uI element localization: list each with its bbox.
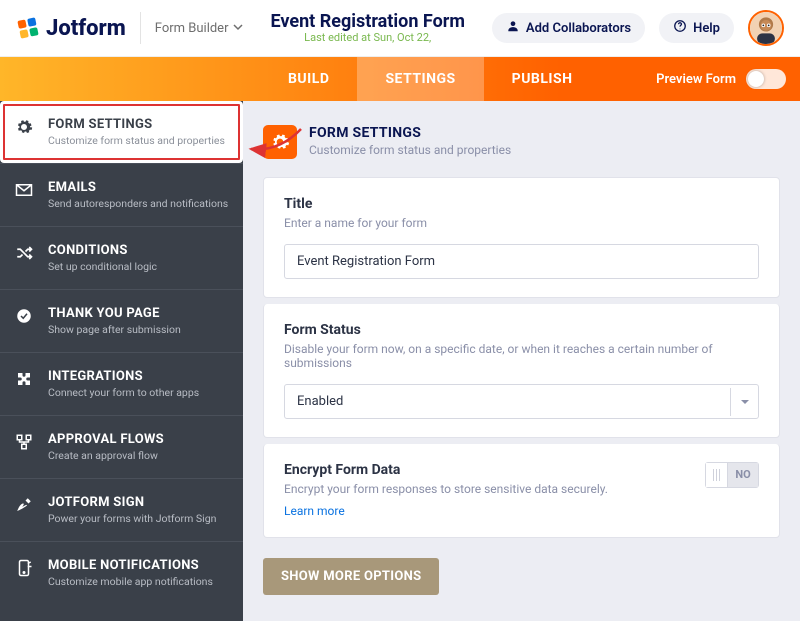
tab-publish[interactable]: PUBLISH	[484, 57, 601, 101]
breadcrumb-label: Form Builder	[155, 21, 229, 36]
field-label: Title	[284, 196, 759, 212]
logo[interactable]: Jotform	[16, 16, 126, 41]
select-value: Enabled	[297, 394, 343, 409]
sidebar-item-sub: Create an approval flow	[48, 449, 164, 462]
last-edited: Last edited at Sun, Oct 22,	[257, 31, 477, 44]
gear-icon	[14, 117, 34, 136]
sidebar-item-label: CONDITIONS	[48, 243, 157, 258]
tab-settings[interactable]: SETTINGS	[357, 57, 483, 101]
add-collaborators-button[interactable]: Add Collaborators	[492, 13, 645, 43]
help-label: Help	[693, 21, 720, 36]
sidebar-item-integrations[interactable]: INTEGRATIONS Connect your form to other …	[0, 352, 243, 415]
sidebar-item-sub: Connect your form to other apps	[48, 386, 199, 399]
status-card: Form Status Disable your form now, on a …	[263, 304, 780, 438]
encrypt-card: Encrypt Form Data Encrypt your form resp…	[263, 444, 780, 538]
chevron-down-icon	[730, 388, 758, 416]
sidebar-item-label: APPROVAL FLOWS	[48, 432, 164, 447]
tab-build[interactable]: BUILD	[260, 57, 357, 101]
sidebar-item-label: INTEGRATIONS	[48, 369, 199, 384]
preview-form-toggle: Preview Form	[656, 57, 800, 101]
toggle-state: NO	[728, 463, 758, 487]
panel-subtitle: Customize form status and properties	[309, 143, 511, 157]
sidebar-item-sub: Set up conditional logic	[48, 260, 157, 273]
learn-more-link[interactable]: Learn more	[284, 504, 345, 518]
panel-title: FORM SETTINGS	[309, 125, 511, 141]
content-area: FORM SETTINGS Customize form status and …	[243, 101, 800, 621]
check-circle-icon	[14, 306, 34, 325]
gear-icon	[263, 125, 297, 159]
preview-label: Preview Form	[656, 72, 736, 87]
sidebar-item-sign[interactable]: JOTFORM SIGN Power your forms with Jotfo…	[0, 478, 243, 541]
panel-header: FORM SETTINGS Customize form status and …	[263, 125, 780, 159]
sidebar-item-sub: Send autoresponders and notifications	[48, 197, 228, 210]
sidebar-item-mobile-notifications[interactable]: MOBILE NOTIFICATIONS Customize mobile ap…	[0, 541, 243, 604]
top-bar: Jotform Form Builder Event Registration …	[0, 0, 800, 57]
form-title-wrap: Event Registration Form Last edited at S…	[257, 12, 477, 45]
mobile-icon	[14, 558, 34, 577]
settings-sidebar: FORM SETTINGS Customize form status and …	[0, 101, 243, 621]
puzzle-icon	[14, 369, 34, 388]
show-more-button[interactable]: SHOW MORE OPTIONS	[263, 558, 439, 595]
grip-icon	[706, 463, 728, 487]
logo-text: Jotform	[46, 16, 126, 41]
sidebar-item-sub: Customize form status and properties	[48, 134, 225, 147]
field-label: Encrypt Form Data	[284, 462, 608, 478]
chevron-down-icon	[233, 21, 243, 36]
help-button[interactable]: Help	[659, 13, 734, 43]
add-collaborators-label: Add Collaborators	[526, 21, 631, 36]
sidebar-item-emails[interactable]: EMAILS Send autoresponders and notificat…	[0, 163, 243, 226]
sidebar-item-form-settings[interactable]: FORM SETTINGS Customize form status and …	[0, 101, 243, 163]
sidebar-item-label: JOTFORM SIGN	[48, 495, 216, 510]
sidebar-item-sub: Show page after submission	[48, 323, 181, 336]
sidebar-item-sub: Power your forms with Jotform Sign	[48, 512, 216, 525]
title-card: Title Enter a name for your form	[263, 177, 780, 298]
shuffle-icon	[14, 243, 34, 262]
flow-icon	[14, 432, 34, 451]
tab-bar: BUILD SETTINGS PUBLISH Preview Form	[0, 57, 800, 101]
pen-icon	[14, 495, 34, 514]
sidebar-item-thank-you[interactable]: THANK YOU PAGE Show page after submissio…	[0, 289, 243, 352]
form-title-input[interactable]	[284, 244, 759, 279]
breadcrumb[interactable]: Form Builder	[155, 21, 244, 36]
avatar[interactable]	[748, 10, 784, 46]
sidebar-item-label: EMAILS	[48, 180, 228, 195]
user-plus-icon	[506, 19, 520, 37]
field-sub: Enter a name for your form	[284, 216, 759, 230]
field-sub: Encrypt your form responses to store sen…	[284, 482, 608, 496]
sidebar-item-label: FORM SETTINGS	[48, 117, 225, 132]
mail-icon	[14, 180, 34, 199]
preview-switch[interactable]	[746, 69, 786, 89]
sidebar-item-sub: Customize mobile app notifications	[48, 575, 213, 588]
encrypt-toggle[interactable]: NO	[705, 462, 759, 488]
sidebar-item-label: THANK YOU PAGE	[48, 306, 181, 321]
sidebar-item-conditions[interactable]: CONDITIONS Set up conditional logic	[0, 226, 243, 289]
logo-icon	[16, 16, 40, 40]
help-icon	[673, 19, 687, 37]
field-sub: Disable your form now, on a specific dat…	[284, 342, 759, 370]
sidebar-item-label: MOBILE NOTIFICATIONS	[48, 558, 213, 573]
form-status-select[interactable]: Enabled	[284, 384, 759, 419]
separator	[140, 12, 141, 44]
field-label: Form Status	[284, 322, 759, 338]
sidebar-item-approval-flows[interactable]: APPROVAL FLOWS Create an approval flow	[0, 415, 243, 478]
page-title[interactable]: Event Registration Form	[257, 12, 477, 32]
